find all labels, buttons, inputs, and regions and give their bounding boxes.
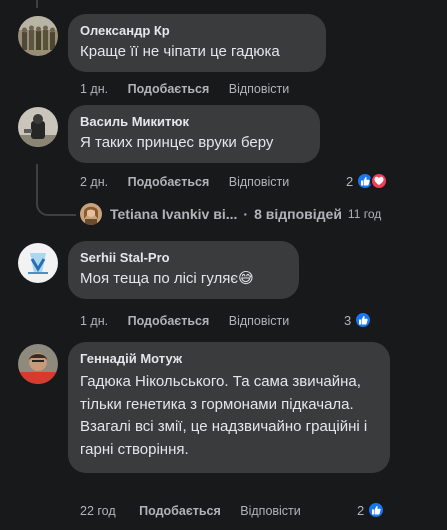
reactions-summary[interactable]: 2 [346, 172, 389, 190]
like-button[interactable]: Подобається [128, 174, 210, 190]
reaction-count: 2 [357, 502, 365, 518]
comment-text: Я таких принцес вруки беру [80, 134, 274, 151]
avatar[interactable] [18, 16, 58, 56]
emoji: 😅 [238, 270, 254, 287]
like-icon [367, 501, 386, 519]
like-button[interactable]: Подобається [128, 81, 210, 97]
replies-connector-line [36, 164, 76, 216]
reply-author-name: Tetiana Ivankiv ві... [110, 206, 238, 222]
avatar[interactable] [18, 243, 58, 283]
comment-text: Гадюка Нікольського. Та сама звичайна, т… [80, 373, 368, 458]
comment-author[interactable]: Serhii Stal-Pro [80, 249, 287, 266]
comment-time[interactable]: 1 дн. [80, 313, 108, 329]
like-icon [354, 311, 373, 329]
comment-actions: 2 дн. Подобається Відповісти [80, 174, 305, 190]
reply-button[interactable]: Відповісти [229, 81, 290, 97]
comment-actions: 1 дн. Подобається Відповісти [80, 313, 305, 329]
reply-time: 11 год [347, 207, 382, 221]
comment-author[interactable]: Геннадій Мотуж [80, 350, 378, 367]
reply-button[interactable]: Відповісти [229, 313, 290, 329]
comment-text-body: Моя теща по лісі гуляє [80, 270, 239, 287]
comment-text: Краще її не чіпати це гадюка [80, 43, 280, 60]
like-button[interactable]: Подобається [139, 503, 221, 519]
comment-bubble: Геннадій Мотуж Гадюка Нікольського. Та с… [68, 342, 390, 473]
view-replies-link[interactable]: Tetiana Ivankiv ві... · 8 відповідей 11 … [80, 203, 381, 225]
reaction-count: 3 [344, 312, 352, 328]
comment-actions: 22 год Подобається Відповісти [80, 503, 317, 519]
reply-button[interactable]: Відповісти [240, 503, 301, 519]
reactions-summary[interactable]: 2 [357, 501, 386, 519]
avatar [80, 203, 102, 225]
comment-time[interactable]: 2 дн. [80, 174, 108, 190]
thread-line [36, 0, 38, 8]
comment-bubble: Serhii Stal-Pro Моя теща по лісі гуляє😅 [68, 241, 299, 299]
reply-count: 8 відповідей [254, 206, 342, 222]
reply-button[interactable]: Відповісти [229, 174, 290, 190]
like-button[interactable]: Подобається [128, 313, 210, 329]
comment-text: Моя теща по лісі гуляє😅 [80, 268, 287, 290]
reply-separator: · [243, 206, 249, 222]
comment-bubble: Олександр Кр Краще її не чіпати це гадюк… [68, 14, 326, 72]
love-icon [370, 172, 389, 190]
avatar[interactable] [18, 344, 58, 384]
reaction-count: 2 [346, 173, 354, 189]
comment-time[interactable]: 1 дн. [80, 81, 108, 97]
comment-time[interactable]: 22 год [80, 503, 116, 519]
comment-author[interactable]: Олександр Кр [80, 22, 314, 39]
comment-author[interactable]: Василь Микитюк [80, 113, 308, 130]
comment-bubble: Василь Микитюк Я таких принцес вруки бер… [68, 105, 320, 163]
comment-actions: 1 дн. Подобається Відповісти [80, 81, 305, 97]
avatar[interactable] [18, 107, 58, 147]
reactions-summary[interactable]: 3 [344, 311, 373, 329]
